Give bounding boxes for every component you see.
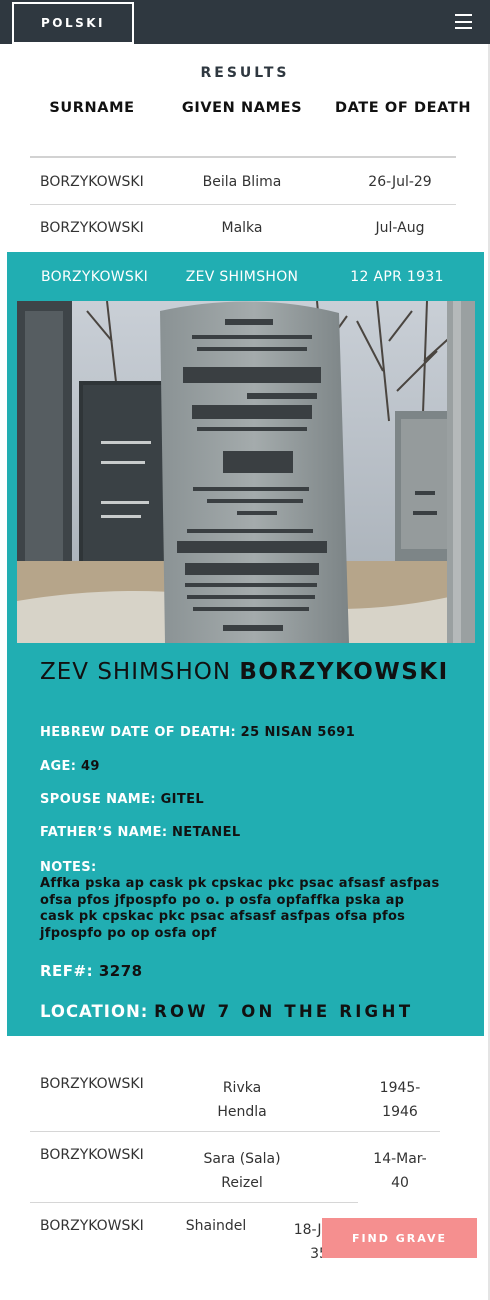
location-field: LOCATION: ROW 7 ON THE RIGHT (40, 1002, 414, 1021)
row-divider (30, 204, 456, 205)
row-surname: BORZYKOWSKI (40, 220, 144, 236)
table-row[interactable]: BORZYKOWSKI Beila Blima 26-Jul-29 (0, 172, 490, 196)
notes-value: Affka pska ap cask pk cpskac pkc psac af… (40, 876, 440, 941)
row-surname: BORZYKOWSKI (40, 1218, 144, 1234)
father-label: FATHER’S NAME: (40, 825, 168, 840)
table-row[interactable]: BORZYKOWSKI Rivka Hendla 1945- 1946 (0, 1074, 490, 1122)
results-title: RESULTS (200, 65, 290, 81)
gravestone-photo (17, 301, 475, 643)
table-row[interactable]: BORZYKOWSKI Sara (Sala) Reizel 14-Mar- 40 (0, 1145, 490, 1193)
row-surname: BORZYKOWSKI (41, 269, 149, 285)
row-surname: BORZYKOWSKI (40, 1076, 144, 1092)
expanded-result-card[interactable]: BORZYKOWSKI ZEV SHIMSHON 12 APR 1931 ZEV… (7, 252, 484, 1036)
row-surname: BORZYKOWSKI (40, 1147, 144, 1163)
row-given-names: ZEV SHIMSHON (185, 269, 299, 285)
reference-value: 3278 (98, 962, 143, 980)
spouse-field: SPOUSE NAME: GITEL (40, 792, 204, 807)
header-divider (30, 156, 456, 158)
row-divider (30, 1202, 358, 1203)
location-label: LOCATION: (40, 1002, 149, 1021)
deceased-first-names: ZEV SHIMSHON (40, 659, 232, 685)
language-toggle-button[interactable]: POLSKI (12, 2, 134, 44)
father-value: NETANEL (172, 825, 241, 840)
row-date-of-death: Jul-Aug (375, 220, 425, 236)
top-nav-bar: POLSKI (0, 0, 490, 44)
age-field: AGE: 49 (40, 759, 100, 774)
row-date-of-death: 14-Mar- 40 (373, 1151, 427, 1191)
father-field: FATHER’S NAME: NETANEL (40, 825, 241, 840)
row-given-names: Malka (221, 220, 263, 236)
age-value: 49 (80, 759, 100, 774)
reference-number: REF#: 3278 (40, 962, 143, 980)
row-given-names: Sara (Sala) Reizel (203, 1151, 281, 1191)
location-value: ROW 7 ON THE RIGHT (154, 1002, 414, 1021)
column-header-date-of-death: DATE OF DEATH (334, 100, 472, 116)
row-surname: BORZYKOWSKI (40, 174, 144, 190)
row-divider (30, 1131, 440, 1132)
deceased-surname: BORZYKOWSKI (239, 659, 449, 685)
column-header-given-names: GIVEN NAMES (181, 100, 303, 116)
row-given-names: Beila Blima (202, 174, 282, 190)
row-given-names: Rivka Hendla (217, 1080, 267, 1120)
hebrew-date-field: HEBREW DATE OF DEATH: 25 NISAN 5691 (40, 725, 355, 740)
deceased-full-name: ZEV SHIMSHON BORZYKOWSKI (40, 659, 449, 685)
hamburger-menu-icon[interactable] (455, 14, 472, 29)
hebrew-date-label: HEBREW DATE OF DEATH: (40, 725, 237, 740)
spouse-value: GITEL (160, 792, 205, 807)
table-row[interactable]: BORZYKOWSKI Malka Jul-Aug (0, 218, 490, 242)
row-date-of-death: 12 APR 1931 (350, 269, 444, 285)
find-grave-button[interactable]: FIND GRAVE (322, 1218, 477, 1258)
hebrew-date-value: 25 NISAN 5691 (240, 725, 356, 740)
notes-label: NOTES: (40, 860, 97, 875)
age-label: AGE: (40, 759, 77, 774)
column-header-surname: SURNAME (49, 100, 135, 116)
reference-label: REF#: (40, 962, 94, 980)
row-given-names: Shaindel (185, 1218, 247, 1234)
spouse-label: SPOUSE NAME: (40, 792, 157, 807)
row-date-of-death: 1945- 1946 (379, 1080, 421, 1120)
row-date-of-death: 26-Jul-29 (368, 174, 432, 190)
